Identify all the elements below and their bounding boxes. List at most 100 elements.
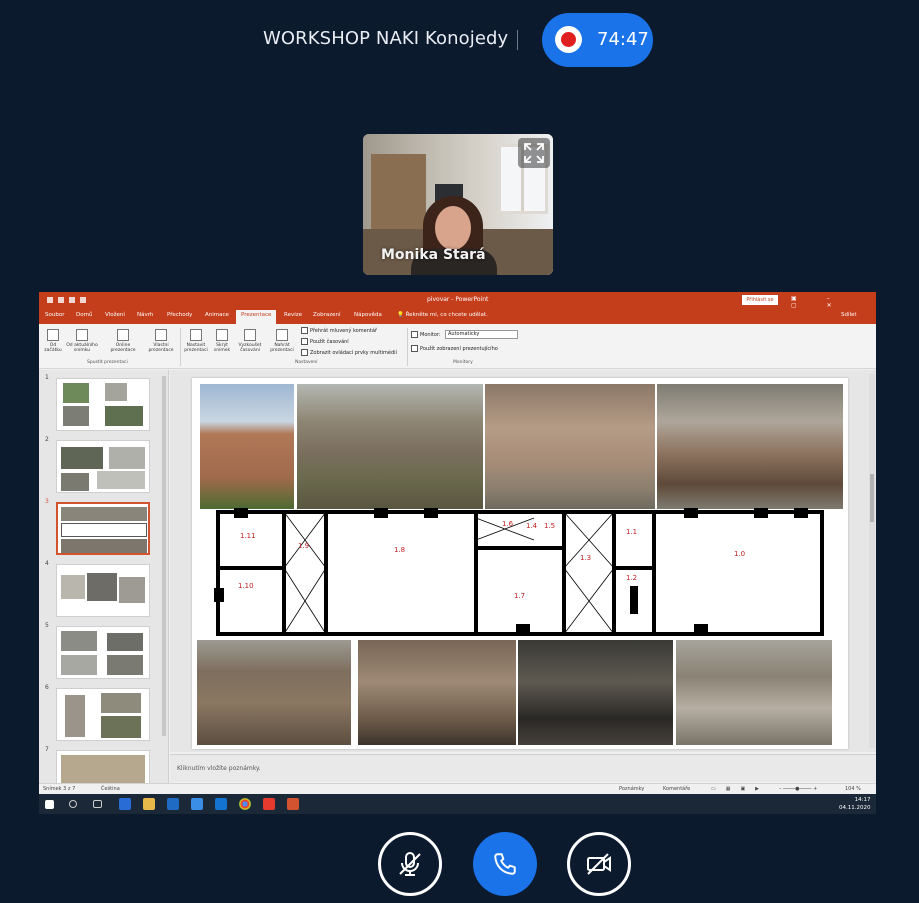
zoom-level[interactable]: 104 % — [845, 786, 861, 792]
file-explorer-icon[interactable] — [143, 798, 155, 810]
participant-name: Monika Stará — [381, 247, 486, 263]
tab-help[interactable]: Nápověda — [354, 312, 382, 318]
photo-ruin-wall — [297, 384, 483, 509]
notes-button[interactable]: Poznámky — [619, 786, 644, 792]
canvas-scrollbar[interactable] — [869, 374, 875, 748]
recording-timer: 74:47 — [597, 29, 649, 50]
timings-checkbox[interactable]: Použít časování — [301, 338, 349, 345]
plan-label: 1.2 — [626, 574, 637, 582]
vscode-icon[interactable] — [191, 798, 203, 810]
from-start-button[interactable]: Od začátku — [43, 329, 63, 353]
acrobat-icon[interactable] — [263, 798, 275, 810]
store-icon[interactable] — [119, 798, 131, 810]
ribbon-tabs: Soubor Domů Vložení Návrh Přechody Anima… — [39, 309, 876, 324]
slide-number: 4 — [45, 560, 49, 567]
tab-file[interactable]: Soubor — [45, 312, 64, 318]
camera-toggle-button[interactable] — [567, 832, 631, 896]
tab-home[interactable]: Domů — [76, 312, 92, 318]
recording-indicator[interactable]: 74:47 — [542, 13, 653, 67]
window-controls[interactable]: ▣ – ▢ ✕ — [791, 295, 876, 309]
tell-me-text: Řekněte mi, co chcete udělat. — [405, 312, 488, 318]
slide-number: 6 — [45, 684, 49, 691]
windows-start-icon[interactable] — [45, 800, 54, 809]
photo-collapsed-roof — [197, 640, 351, 745]
slide-number: 3 — [45, 498, 49, 505]
chrome-icon[interactable] — [239, 798, 251, 810]
present-online-button[interactable]: Online prezentace — [105, 329, 141, 353]
tell-me-box[interactable]: 💡 Řekněte mi, co chcete udělat. — [397, 312, 488, 318]
ribbon: Od začátku Od aktuálního snímku Online p… — [39, 324, 876, 369]
slide-thumbnail-2[interactable] — [56, 440, 150, 493]
record-show-button[interactable]: Nahrát prezentaci — [267, 329, 297, 353]
status-language[interactable]: Čeština — [101, 786, 120, 792]
custom-show-button[interactable]: Vlastní prezentace — [143, 329, 179, 353]
participant-tile[interactable]: Monika Stará — [363, 134, 553, 275]
expand-icon[interactable] — [518, 138, 550, 168]
slide-thumbnail-5[interactable] — [56, 626, 150, 679]
plan-label: 1.10 — [238, 582, 254, 590]
photo-arch-niche — [657, 384, 843, 509]
monitor-label: Monitor: — [411, 331, 441, 338]
plan-label: 1.3 — [580, 554, 591, 562]
status-bar: Snímek 3 z 7 Čeština Poznámky Komentáře … — [39, 783, 876, 794]
slide-3[interactable]: 1.11 1.10 1.9 1.8 1.7 1.6 1.4 1.5 1.3 1.… — [192, 378, 848, 749]
clock-time: 14:17 — [854, 797, 871, 803]
plan-label: 1.6 — [502, 520, 514, 528]
screen-share: pivovar - PowerPoint Přihlásit se ▣ – ▢ … — [39, 292, 876, 814]
notes-pane[interactable]: Kliknutím vložíte poznámky. — [170, 754, 876, 782]
slide-thumbnail-3[interactable] — [56, 502, 150, 555]
mute-mic-button[interactable] — [378, 832, 442, 896]
sign-in-button[interactable]: Přihlásit se — [742, 295, 778, 305]
group-monitors-label: Monitory — [453, 360, 473, 365]
camera-off-icon — [587, 853, 611, 875]
setup-show-button[interactable]: Nastavit prezentaci — [182, 329, 210, 353]
record-icon — [555, 26, 582, 53]
from-current-button[interactable]: Od aktuálního snímku — [65, 329, 99, 353]
tab-review[interactable]: Revize — [284, 312, 302, 318]
quick-access-toolbar[interactable] — [47, 297, 107, 305]
slide-thumbnail-6[interactable] — [56, 688, 150, 741]
slide-thumbnail-1[interactable] — [56, 378, 150, 431]
tab-transitions[interactable]: Přechody — [167, 312, 192, 318]
monitor-select[interactable]: Automaticky — [445, 330, 518, 339]
hide-slide-button[interactable]: Skrýt snímek — [211, 329, 233, 353]
plan-label: 1.4 — [526, 522, 538, 530]
plan-label: 1.5 — [544, 522, 555, 530]
slide-thumbnail-4[interactable] — [56, 564, 150, 617]
tab-view[interactable]: Zobrazení — [313, 312, 341, 318]
slide-thumbnail-7[interactable] — [56, 750, 150, 784]
presenter-view-checkbox[interactable]: Použít zobrazení prezentujícího — [411, 345, 498, 352]
group-start-label: Spustit prezentaci — [87, 360, 128, 365]
clock-date: 04.11.2020 — [839, 805, 871, 811]
share-button[interactable]: Sdílet — [841, 312, 857, 318]
phone-icon — [494, 853, 516, 875]
comments-button[interactable]: Komentáře — [663, 786, 690, 792]
tab-slideshow[interactable]: Prezentace — [236, 310, 277, 324]
slide-number: 7 — [45, 746, 49, 753]
plan-label: 1.11 — [240, 532, 256, 540]
outlook-icon[interactable] — [215, 798, 227, 810]
plan-label: 1.0 — [734, 550, 745, 558]
search-icon[interactable] — [69, 800, 77, 808]
powerpoint-icon[interactable] — [287, 798, 299, 810]
floor-plan: 1.11 1.10 1.9 1.8 1.7 1.6 1.4 1.5 1.3 1.… — [214, 508, 824, 636]
photo-scaffolding — [518, 640, 673, 745]
rehearse-timings-button[interactable]: Vyzkoušet časování — [235, 329, 265, 353]
slide-canvas: 1.11 1.10 1.9 1.8 1.7 1.6 1.4 1.5 1.3 1.… — [170, 370, 876, 752]
taskbar-clock[interactable]: 14:17 04.11.2020 — [839, 796, 871, 812]
zoom-slider[interactable]: – ────●──── + — [779, 786, 817, 792]
hang-up-button[interactable] — [473, 832, 537, 896]
photo-interior-debris — [676, 640, 832, 745]
media-controls-checkbox[interactable]: Zobrazit ovládací prvky multimédií — [301, 349, 397, 356]
mail-icon[interactable] — [167, 798, 179, 810]
view-buttons[interactable]: ▭▦▣▶ — [711, 786, 769, 792]
tab-insert[interactable]: Vložení — [105, 312, 125, 318]
tab-design[interactable]: Návrh — [137, 312, 153, 318]
task-view-icon[interactable] — [93, 800, 102, 808]
tab-animations[interactable]: Animace — [205, 312, 229, 318]
thumbnail-scrollbar[interactable] — [162, 376, 166, 736]
group-setup-label: Nastavení — [295, 360, 318, 365]
slide-number: 2 — [45, 436, 49, 443]
mic-off-icon — [399, 852, 421, 876]
narration-checkbox[interactable]: Přehrát mluvený komentář — [301, 327, 377, 334]
